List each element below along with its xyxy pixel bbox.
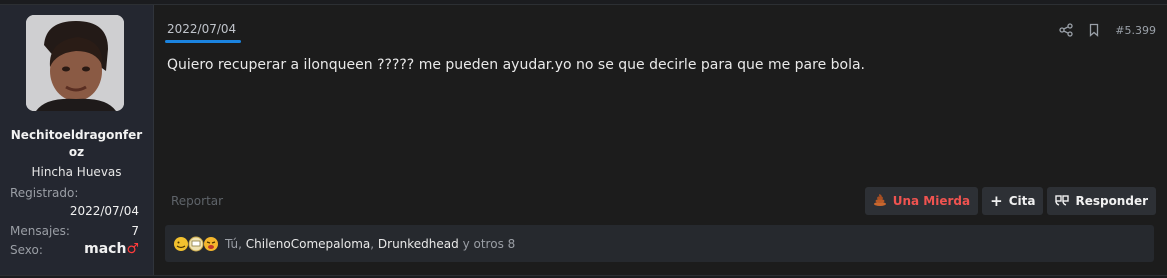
sex-text: mach (84, 241, 127, 257)
responder-label: Responder (1075, 194, 1148, 208)
post-tools: #5.399 (1059, 23, 1156, 37)
user-panel: Nechitoeldragonferoz Hincha Huevas Regis… (0, 5, 154, 275)
male-symbol-icon: ♂ (126, 241, 139, 257)
sex-value: mach♂ (84, 241, 139, 257)
avatar-image (26, 15, 124, 111)
post-container: Nechitoeldragonferoz Hincha Huevas Regis… (0, 4, 1167, 276)
reaction-you: Tú, (225, 236, 242, 251)
plus-icon: + (990, 192, 1003, 210)
share-icon[interactable] (1059, 23, 1073, 37)
registered-value: 2022/07/04 (69, 204, 139, 218)
bookmark-icon[interactable] (1087, 23, 1101, 37)
reaction-user-drunkedhead[interactable]: Drunkedhead (378, 237, 459, 251)
reactions-text: Tú, ChilenoComepaloma, Drunkedhead y otr… (225, 237, 515, 251)
reaction-others-link[interactable]: y otros 8 (463, 237, 516, 251)
responder-button[interactable]: Responder (1047, 187, 1156, 215)
una-mierda-label: Una Mierda (892, 194, 971, 208)
cita-button[interactable]: + Cita (982, 187, 1044, 215)
cita-label: Cita (1008, 194, 1036, 208)
messages-label: Mensajes: (10, 224, 70, 238)
reaction-separator: , (370, 236, 375, 251)
user-avatar[interactable] (26, 15, 124, 111)
user-title: Hincha Huevas (31, 165, 122, 179)
date-underline (165, 40, 241, 43)
reactions-bar: Tú, ChilenoComepaloma, Drunkedhead y otr… (165, 225, 1154, 262)
reaction-user-chilenocomepaloma[interactable]: ChilenoComepaloma (246, 237, 370, 251)
registered-label: Registrado: (10, 186, 79, 200)
post-date[interactable]: 2022/07/04 (167, 22, 236, 36)
sex-label: Sexo: (10, 243, 43, 257)
username[interactable]: Nechitoeldragonferoz (8, 127, 145, 161)
reaction-emoji-group[interactable] (173, 236, 221, 252)
reaction-emojis-icon (174, 236, 218, 251)
post-content: Quiero recuperar a ilonqueen ????? me pu… (167, 57, 866, 73)
quote-icon (1055, 194, 1070, 209)
una-mierda-button[interactable]: Una Mierda (864, 187, 979, 215)
messages-value[interactable]: 7 (131, 224, 139, 238)
post-actions: Una Mierda + Cita Responder (864, 187, 1156, 215)
post-number[interactable]: #5.399 (1115, 24, 1156, 37)
report-link[interactable]: Reportar (171, 194, 223, 208)
poop-icon (873, 193, 887, 209)
